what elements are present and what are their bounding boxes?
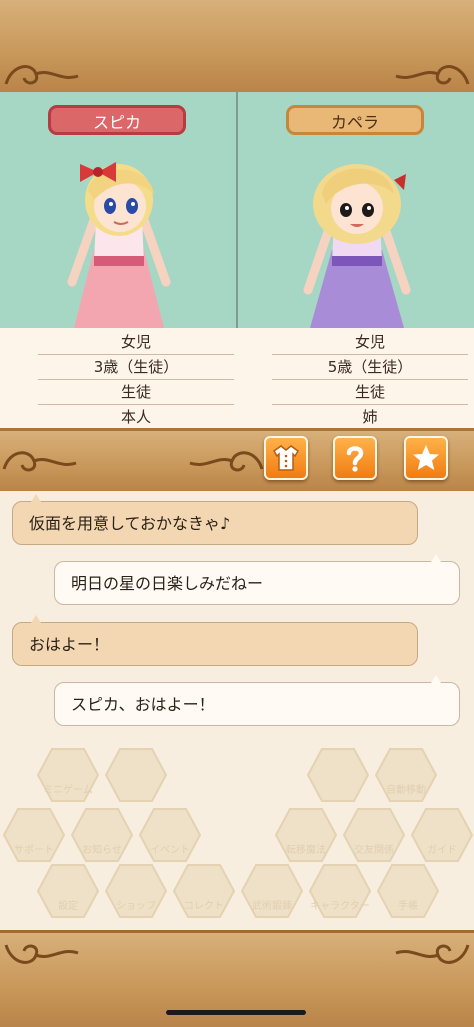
character-avatar-right[interactable] — [282, 150, 432, 330]
character-name-tag-right[interactable]: カペラ — [286, 105, 424, 135]
menu-label: コレクト — [184, 901, 224, 912]
info-relation: 姉 — [362, 408, 378, 426]
info-relation: 本人 — [120, 408, 151, 426]
menu-label: イベント — [150, 845, 190, 856]
character-info-table: 女児 3歳（生徒） 生徒 本人 女児 5歳（生徒） 生徒 姉 — [0, 328, 474, 428]
star-icon — [413, 445, 439, 470]
chat-message: 明日の星の日楽しみだねー — [71, 574, 264, 593]
menu-label: ショップ — [116, 901, 156, 912]
menu-label: キャラクター — [310, 901, 370, 912]
menu-label: 設定 — [58, 901, 78, 912]
info-gender: 女児 — [38, 330, 234, 355]
info-gender: 女児 — [272, 330, 468, 355]
info-column-left: 女児 3歳（生徒） 生徒 本人 — [38, 330, 234, 429]
background-hex-icon — [306, 748, 370, 802]
background-hex-icon — [104, 748, 168, 802]
info-role: 生徒 — [272, 380, 468, 405]
chat-message: おはよー！ — [29, 635, 110, 654]
right-ornament-icon — [395, 65, 470, 85]
left-ornament-icon — [4, 65, 79, 85]
menu-label: 武術鍛錬 — [252, 901, 292, 912]
left-ornament-icon — [4, 944, 79, 964]
menu-label: お知らせ — [82, 845, 122, 856]
menu-label: ガイド — [427, 845, 457, 856]
menu-label: 手帳 — [398, 901, 418, 912]
info-column-right: 女児 5歳（生徒） 生徒 姉 — [272, 330, 468, 429]
dress-icon — [273, 445, 299, 471]
chat-bubble: 明日の星の日楽しみだねー — [54, 554, 460, 605]
chat-bubble: 仮面を用意しておかなきゃ♪ — [12, 494, 418, 545]
outfit-button[interactable] — [264, 436, 308, 480]
bubble-tail — [431, 554, 441, 562]
help-button[interactable] — [333, 436, 377, 480]
right-ornament-icon — [395, 944, 470, 964]
left-ornament-icon — [2, 451, 77, 472]
center-ornament-icon — [189, 451, 264, 472]
action-bar — [0, 428, 474, 494]
home-indicator[interactable] — [166, 1010, 306, 1015]
menu-label: 交友関係 — [354, 845, 394, 856]
chat-bubble: おはよー！ — [12, 615, 418, 666]
chat-message: 仮面を用意しておかなきゃ♪ — [29, 514, 231, 533]
info-age: 5歳（生徒） — [272, 355, 468, 380]
menu-label: ミニゲーム — [43, 785, 93, 796]
character-compare-panel: スピカ カペラ — [0, 92, 474, 428]
menu-label: サポート — [14, 845, 54, 856]
menu-label: 自動移動 — [386, 785, 426, 796]
character-name-tag-left[interactable]: スピカ — [48, 105, 186, 135]
bubble-tail — [31, 615, 41, 623]
character-avatar-left[interactable] — [44, 150, 194, 330]
info-age: 3歳（生徒） — [38, 355, 234, 380]
bubble-tail — [431, 675, 441, 683]
chat-bubble: スピカ、おはよー！ — [54, 675, 460, 726]
favorite-button[interactable] — [404, 436, 448, 480]
info-role: 生徒 — [38, 380, 234, 405]
chat-message: スピカ、おはよー！ — [71, 695, 215, 714]
chat-area: ミニゲーム 自動移動 サポート お知らせ イベント 転移魔法 交友関係 ガイド … — [0, 491, 474, 930]
menu-label: 転移魔法 — [286, 845, 326, 856]
question-icon — [346, 446, 364, 472]
bubble-tail — [31, 494, 41, 502]
top-ornament-bar — [0, 0, 474, 95]
